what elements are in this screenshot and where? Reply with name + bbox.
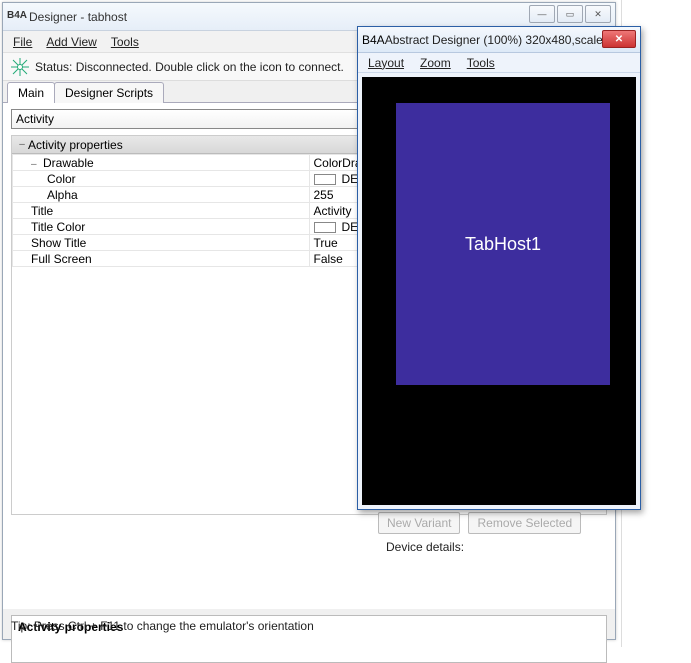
tip-text: Tip: Press Ctrl + F11 to change the emul…: [11, 619, 314, 633]
collapse-icon[interactable]: –: [31, 159, 41, 170]
menu-layout[interactable]: Layout: [368, 56, 404, 70]
properties-header-label: Activity properties: [28, 138, 123, 152]
app-icon: B4A: [7, 10, 25, 24]
color-swatch-icon: [314, 222, 336, 233]
tab-designer-scripts[interactable]: Designer Scripts: [54, 82, 164, 103]
tabhost-label: TabHost1: [465, 234, 541, 255]
prop-key: Drawable: [43, 156, 94, 170]
tab-main[interactable]: Main: [7, 82, 55, 103]
status-text: Status: Disconnected. Double click on th…: [35, 60, 344, 74]
collapse-icon[interactable]: –: [16, 139, 28, 150]
device-details-label: Device details:: [386, 540, 464, 554]
menu-tools-abs[interactable]: Tools: [467, 56, 495, 70]
combo-value: Activity: [16, 112, 54, 126]
designer-title: Designer - tabhost: [29, 10, 127, 24]
connect-icon[interactable]: [11, 58, 29, 76]
menu-file[interactable]: File: [13, 35, 32, 49]
prop-key: Alpha: [13, 187, 310, 203]
menu-add-view[interactable]: Add View: [46, 35, 96, 49]
app-icon: B4A: [362, 33, 385, 47]
abstract-menubar: Layout Zoom Tools: [358, 53, 640, 73]
prop-key: Title: [13, 203, 310, 219]
close-button[interactable]: ✕: [585, 5, 611, 23]
prop-key: Color: [13, 171, 310, 187]
variant-buttons: New Variant Remove Selected: [378, 512, 581, 534]
minimize-button[interactable]: —: [529, 5, 555, 23]
menu-tools[interactable]: Tools: [111, 35, 139, 49]
tabhost-view[interactable]: TabHost1: [396, 103, 610, 385]
prop-key: Full Screen: [13, 251, 310, 267]
abstract-designer-window: B4A Abstract Designer (100%) 320x480,sca…: [357, 26, 641, 510]
abstract-title: Abstract Designer (100%) 320x480,scale=1: [385, 33, 617, 47]
prop-key: Title Color: [13, 219, 310, 235]
window-controls: — ▭ ✕: [529, 5, 611, 23]
close-button[interactable]: ✕: [602, 30, 636, 48]
prop-key: Show Title: [13, 235, 310, 251]
new-variant-button[interactable]: New Variant: [378, 512, 460, 534]
maximize-button[interactable]: ▭: [557, 5, 583, 23]
remove-selected-button[interactable]: Remove Selected: [468, 512, 581, 534]
device-screen[interactable]: TabHost1: [362, 77, 636, 505]
color-swatch-icon: [314, 174, 336, 185]
menu-zoom[interactable]: Zoom: [420, 56, 451, 70]
abstract-titlebar[interactable]: B4A Abstract Designer (100%) 320x480,sca…: [358, 27, 640, 53]
